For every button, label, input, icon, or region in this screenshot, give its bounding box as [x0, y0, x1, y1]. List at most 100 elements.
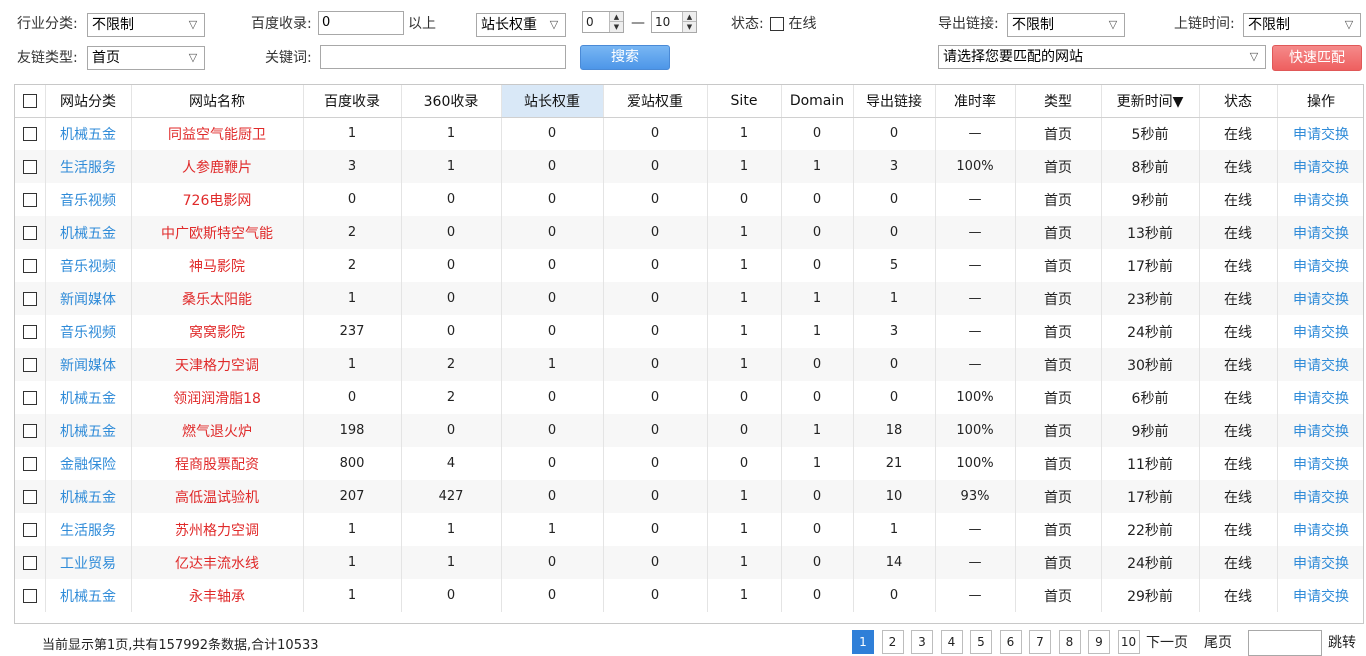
- page-5-button[interactable]: 5: [970, 630, 992, 654]
- jump-page-input[interactable]: [1248, 630, 1322, 656]
- status-online-option[interactable]: 在线: [770, 13, 816, 35]
- apply-exchange-link[interactable]: 申请交换: [1277, 381, 1363, 414]
- cell-site-name[interactable]: 程商股票配资: [131, 447, 304, 480]
- cell-category[interactable]: 工业贸易: [45, 546, 132, 579]
- row-checkbox[interactable]: [22, 456, 37, 471]
- page-6-button[interactable]: 6: [999, 630, 1022, 654]
- weight-select[interactable]: 站长权重 ▽: [476, 13, 566, 37]
- apply-exchange-link[interactable]: 申请交换: [1277, 447, 1363, 480]
- col-header-category[interactable]: 网站分类: [45, 85, 132, 118]
- cell-site-name[interactable]: 窝窝影院: [131, 315, 304, 348]
- select-all-cell[interactable]: [15, 85, 46, 118]
- col-header-weight[interactable]: 站长权重: [501, 85, 604, 118]
- apply-exchange-link[interactable]: 申请交换: [1277, 117, 1363, 150]
- cell-category[interactable]: 机械五金: [45, 381, 132, 414]
- row-checkbox[interactable]: [22, 324, 37, 339]
- row-checkbox[interactable]: [22, 159, 37, 174]
- row-select-cell[interactable]: [15, 249, 46, 282]
- col-header-updated[interactable]: 更新时间▼: [1101, 85, 1200, 118]
- cell-site-name[interactable]: 苏州格力空调: [131, 513, 304, 546]
- quick-match-button[interactable]: 快速匹配: [1272, 45, 1362, 71]
- row-select-cell[interactable]: [15, 546, 46, 579]
- cell-site-name[interactable]: 神马影院: [131, 249, 304, 282]
- row-checkbox[interactable]: [22, 588, 37, 603]
- baidu-input[interactable]: 0: [318, 11, 404, 35]
- jump-link[interactable]: 跳转: [1328, 632, 1356, 654]
- row-select-cell[interactable]: [15, 117, 46, 150]
- page-3-button[interactable]: 3: [911, 630, 933, 654]
- cell-category[interactable]: 机械五金: [45, 480, 132, 513]
- row-select-cell[interactable]: [15, 150, 46, 183]
- cell-site-name[interactable]: 同益空气能厨卫: [131, 117, 304, 150]
- apply-exchange-link[interactable]: 申请交换: [1277, 216, 1363, 249]
- apply-exchange-link[interactable]: 申请交换: [1277, 348, 1363, 381]
- cell-category[interactable]: 音乐视频: [45, 183, 132, 216]
- cell-category[interactable]: 机械五金: [45, 579, 132, 612]
- cell-site-name[interactable]: 高低温试验机: [131, 480, 304, 513]
- apply-exchange-link[interactable]: 申请交换: [1277, 249, 1363, 282]
- apply-exchange-link[interactable]: 申请交换: [1277, 513, 1363, 546]
- match-site-select[interactable]: 请选择您要匹配的网站 ▽: [938, 45, 1266, 69]
- cell-site-name[interactable]: 领润润滑脂18: [131, 381, 304, 414]
- cell-site-name[interactable]: 天津格力空调: [131, 348, 304, 381]
- range-max-stepper[interactable]: 10 ▲ ▼: [651, 11, 697, 33]
- search-button[interactable]: 搜索: [580, 45, 670, 70]
- row-select-cell[interactable]: [15, 348, 46, 381]
- row-select-cell[interactable]: [15, 513, 46, 546]
- row-checkbox[interactable]: [22, 489, 37, 504]
- page-9-button[interactable]: 9: [1088, 630, 1110, 654]
- cell-category[interactable]: 生活服务: [45, 513, 132, 546]
- row-select-cell[interactable]: [15, 183, 46, 216]
- cell-category[interactable]: 生活服务: [45, 150, 132, 183]
- row-checkbox[interactable]: [22, 192, 37, 207]
- page-7-button[interactable]: 7: [1029, 630, 1051, 654]
- cell-category[interactable]: 金融保险: [45, 447, 132, 480]
- cell-site-name[interactable]: 桑乐太阳能: [131, 282, 304, 315]
- col-header-name[interactable]: 网站名称: [131, 85, 304, 118]
- col-header-domain[interactable]: Domain: [781, 85, 854, 118]
- cell-category[interactable]: 音乐视频: [45, 249, 132, 282]
- row-select-cell[interactable]: [15, 579, 46, 612]
- cell-site-name[interactable]: 726电影网: [131, 183, 304, 216]
- linktype-select[interactable]: 首页 ▽: [87, 46, 205, 70]
- page-4-button[interactable]: 4: [940, 630, 963, 654]
- last-page-link[interactable]: 尾页: [1204, 632, 1232, 654]
- spin-arrows-icon[interactable]: ▲ ▼: [609, 12, 623, 32]
- row-checkbox[interactable]: [22, 225, 37, 240]
- col-header-baidu[interactable]: 百度收录: [303, 85, 402, 118]
- col-header-export[interactable]: 导出链接: [853, 85, 936, 118]
- next-page-link[interactable]: 下一页: [1146, 632, 1188, 654]
- row-checkbox[interactable]: [22, 291, 37, 306]
- col-header-status[interactable]: 状态: [1199, 85, 1278, 118]
- apply-exchange-link[interactable]: 申请交换: [1277, 315, 1363, 348]
- status-checkbox[interactable]: [770, 17, 784, 31]
- col-header-360[interactable]: 360收录: [401, 85, 502, 118]
- row-checkbox[interactable]: [22, 423, 37, 438]
- row-checkbox[interactable]: [22, 126, 37, 141]
- cell-category[interactable]: 音乐视频: [45, 315, 132, 348]
- linktime-select[interactable]: 不限制 ▽: [1243, 13, 1361, 37]
- cell-category[interactable]: 机械五金: [45, 216, 132, 249]
- select-all-checkbox[interactable]: [22, 93, 37, 108]
- row-select-cell[interactable]: [15, 480, 46, 513]
- apply-exchange-link[interactable]: 申请交换: [1277, 414, 1363, 447]
- cell-category[interactable]: 机械五金: [45, 414, 132, 447]
- col-header-ontime[interactable]: 准时率: [935, 85, 1016, 118]
- page-8-button[interactable]: 8: [1058, 630, 1081, 654]
- industry-select[interactable]: 不限制 ▽: [87, 13, 205, 37]
- cell-site-name[interactable]: 亿达丰流水线: [131, 546, 304, 579]
- row-checkbox[interactable]: [22, 390, 37, 405]
- page-2-button[interactable]: 2: [881, 630, 904, 654]
- apply-exchange-link[interactable]: 申请交换: [1277, 150, 1363, 183]
- cell-site-name[interactable]: 永丰轴承: [131, 579, 304, 612]
- row-select-cell[interactable]: [15, 282, 46, 315]
- apply-exchange-link[interactable]: 申请交换: [1277, 480, 1363, 513]
- apply-exchange-link[interactable]: 申请交换: [1277, 579, 1363, 612]
- keyword-input[interactable]: [320, 45, 566, 69]
- col-header-aizhan[interactable]: 爱站权重: [603, 85, 708, 118]
- cell-site-name[interactable]: 中广欧斯特空气能: [131, 216, 304, 249]
- row-checkbox[interactable]: [22, 357, 37, 372]
- apply-exchange-link[interactable]: 申请交换: [1277, 282, 1363, 315]
- col-header-type[interactable]: 类型: [1015, 85, 1102, 118]
- export-select[interactable]: 不限制 ▽: [1007, 13, 1125, 37]
